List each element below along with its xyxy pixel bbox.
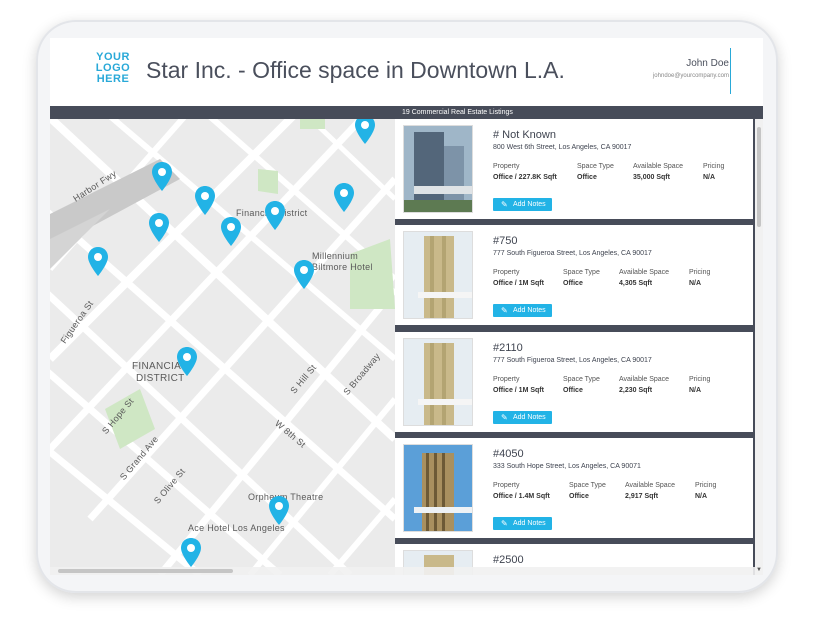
space-type-label: Space Type bbox=[577, 163, 614, 170]
add-notes-label: Add Notes bbox=[513, 201, 546, 208]
map-label-millennium: Millennium bbox=[312, 251, 359, 261]
property-value: Office / 1M Sqft bbox=[493, 387, 544, 394]
available-space-value: 2,917 Sqft bbox=[625, 493, 659, 500]
listings-scrollbar[interactable]: ▼ bbox=[755, 119, 763, 575]
property-value: Office / 1M Sqft bbox=[493, 280, 544, 287]
pricing-value: N/A bbox=[703, 174, 716, 181]
available-space-label: Available Space bbox=[619, 269, 670, 276]
available-space-label: Available Space bbox=[625, 482, 676, 489]
listing-title[interactable]: #750 bbox=[493, 235, 517, 247]
add-notes-label: Add Notes bbox=[513, 520, 546, 527]
page-title: Star Inc. - Office space in Downtown L.A… bbox=[146, 57, 565, 83]
pricing-label: Pricing bbox=[689, 269, 711, 276]
add-notes-button[interactable]: ✎ Add Notes bbox=[493, 198, 552, 211]
property-label: Property bbox=[493, 163, 520, 170]
scrollbar-thumb[interactable] bbox=[757, 127, 761, 227]
user-info[interactable]: John Doe johndoe@yourcompany.com bbox=[653, 58, 729, 79]
building-photo bbox=[403, 444, 473, 532]
space-type-label: Space Type bbox=[563, 376, 600, 383]
map-view[interactable]: Harbor Fwy Financial District Millennium… bbox=[50, 119, 395, 575]
listing-card[interactable]: #750 777 South Figueroa Street, Los Ange… bbox=[395, 225, 753, 325]
available-space-label: Available Space bbox=[619, 376, 670, 383]
pricing-label: Pricing bbox=[695, 482, 717, 489]
map-pin-icon[interactable] bbox=[179, 537, 203, 569]
app-header: YOUR LOGO HERE Star Inc. - Office space in… bbox=[50, 38, 763, 106]
pricing-label: Pricing bbox=[689, 376, 711, 383]
available-space-value: 4,305 Sqft bbox=[619, 280, 653, 287]
pencil-icon: ✎ bbox=[501, 413, 508, 422]
scroll-down-icon[interactable]: ▼ bbox=[756, 567, 762, 573]
map-pin-icon[interactable] bbox=[193, 185, 217, 217]
pricing-value: N/A bbox=[695, 493, 708, 500]
user-divider bbox=[730, 48, 731, 94]
pencil-icon: ✎ bbox=[501, 200, 508, 209]
listing-address: 777 South Figueroa Street, Los Angeles, … bbox=[493, 357, 652, 364]
listing-count: 19 Commercial Real Estate Listings bbox=[402, 109, 513, 116]
map-pin-icon[interactable] bbox=[263, 200, 287, 232]
map-pin-icon[interactable] bbox=[175, 346, 199, 378]
pricing-value: N/A bbox=[689, 280, 702, 287]
listings-panel[interactable]: # Not Known 800 West 6th Street, Los Ang… bbox=[395, 119, 755, 575]
add-notes-button[interactable]: ✎ Add Notes bbox=[493, 517, 552, 530]
listing-title[interactable]: #2110 bbox=[493, 342, 523, 354]
space-type-value: Office bbox=[563, 387, 583, 394]
available-space-value: 35,000 Sqft bbox=[633, 174, 670, 181]
pencil-icon: ✎ bbox=[501, 306, 508, 315]
tablet-frame: YOUR LOGO HERE Star Inc. - Office space in… bbox=[36, 20, 778, 593]
space-type-value: Office bbox=[563, 280, 583, 287]
listing-title[interactable]: #2500 bbox=[493, 554, 524, 566]
property-label: Property bbox=[493, 482, 520, 489]
user-name: John Doe bbox=[686, 58, 729, 69]
map-pin-icon[interactable] bbox=[150, 161, 174, 193]
space-type-label: Space Type bbox=[563, 269, 600, 276]
listing-count-bar: 19 Commercial Real Estate Listings bbox=[50, 106, 763, 119]
pencil-icon: ✎ bbox=[501, 519, 508, 528]
map-pin-icon[interactable] bbox=[292, 259, 316, 291]
pricing-value: N/A bbox=[689, 387, 702, 394]
pricing-label: Pricing bbox=[703, 163, 725, 170]
map-label-biltmore: Biltmore Hotel bbox=[312, 262, 373, 272]
listing-title[interactable]: # Not Known bbox=[493, 129, 556, 141]
building-photo-image bbox=[404, 232, 472, 318]
space-type-label: Space Type bbox=[569, 482, 606, 489]
map-pin-icon[interactable] bbox=[353, 119, 377, 146]
property-value: Office / 227.8K Sqft bbox=[493, 174, 557, 181]
space-type-value: Office bbox=[577, 174, 597, 181]
add-notes-button[interactable]: ✎ Add Notes bbox=[493, 411, 552, 424]
map-horizontal-scrollbar[interactable] bbox=[50, 567, 755, 575]
building-photo-image bbox=[404, 339, 472, 425]
building-photo bbox=[403, 125, 473, 213]
building-photo bbox=[403, 231, 473, 319]
available-space-value: 2,230 Sqft bbox=[619, 387, 653, 394]
listing-card[interactable]: # Not Known 800 West 6th Street, Los Ang… bbox=[395, 119, 753, 219]
listing-card[interactable]: #4050 333 South Hope Street, Los Angeles… bbox=[395, 438, 753, 538]
property-label: Property bbox=[493, 269, 520, 276]
add-notes-label: Add Notes bbox=[513, 307, 546, 314]
building-photo-image bbox=[404, 126, 472, 212]
space-type-value: Office bbox=[569, 493, 589, 500]
listing-address: 777 South Figueroa Street, Los Angeles, … bbox=[493, 250, 652, 257]
listing-card[interactable]: #2110 777 South Figueroa Street, Los Ang… bbox=[395, 332, 753, 432]
company-logo: YOUR LOGO HERE bbox=[95, 51, 131, 85]
listing-address: 800 West 6th Street, Los Angeles, CA 900… bbox=[493, 144, 632, 151]
add-notes-button[interactable]: ✎ Add Notes bbox=[493, 304, 552, 317]
listing-title[interactable]: #4050 bbox=[493, 448, 524, 460]
property-value: Office / 1.4M Sqft bbox=[493, 493, 550, 500]
map-pin-icon[interactable] bbox=[267, 495, 291, 527]
add-notes-label: Add Notes bbox=[513, 414, 546, 421]
listing-address: 333 South Hope Street, Los Angeles, CA 9… bbox=[493, 463, 641, 470]
property-label: Property bbox=[493, 376, 520, 383]
available-space-label: Available Space bbox=[633, 163, 684, 170]
map-pin-icon[interactable] bbox=[219, 216, 243, 248]
map-pin-icon[interactable] bbox=[147, 212, 171, 244]
building-photo bbox=[403, 338, 473, 426]
user-email: johndoe@yourcompany.com bbox=[652, 73, 729, 79]
app-screen: YOUR LOGO HERE Star Inc. - Office space in… bbox=[50, 38, 763, 575]
horizontal-scrollbar-thumb[interactable] bbox=[58, 569, 233, 573]
map-pin-icon[interactable] bbox=[332, 182, 356, 214]
building-photo-image bbox=[404, 445, 472, 531]
map-pin-icon[interactable] bbox=[86, 246, 110, 278]
